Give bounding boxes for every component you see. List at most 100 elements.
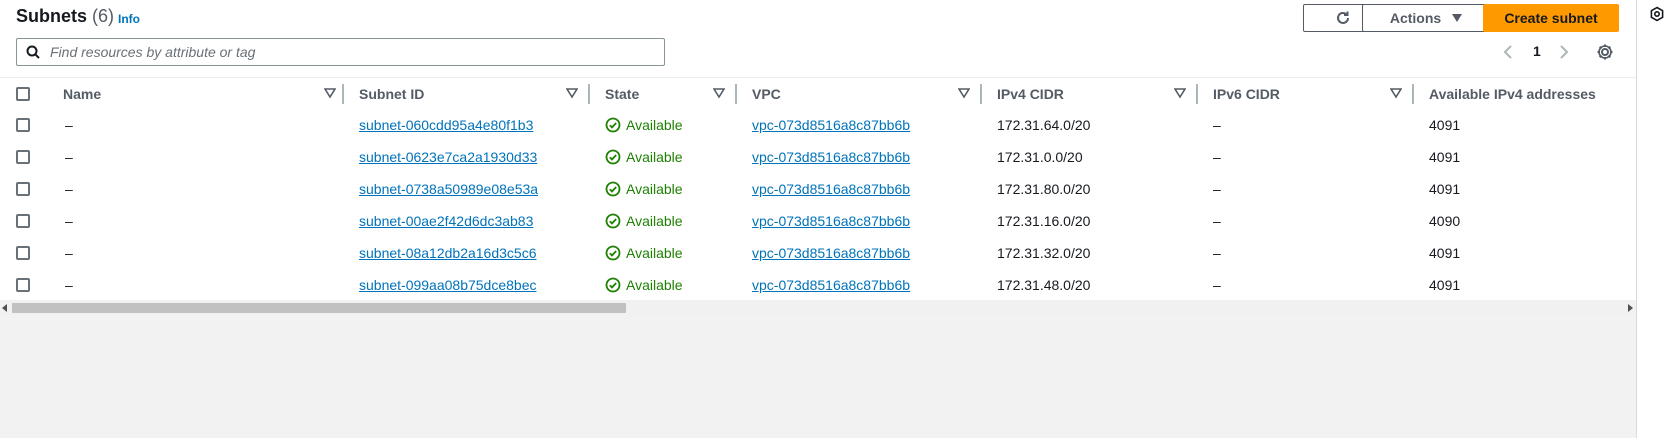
check-circle-icon bbox=[605, 149, 621, 165]
cell-available-ipv4: 4091 bbox=[1429, 277, 1461, 293]
check-circle-icon bbox=[605, 213, 621, 229]
subnets-panel: Subnets (6) Info Actions Create subnet F… bbox=[0, 0, 1636, 315]
table-row[interactable]: – subnet-0738a50989e08e53a Available vpc… bbox=[0, 173, 1636, 206]
status-badge: Available bbox=[605, 269, 683, 301]
check-circle-icon bbox=[605, 277, 621, 293]
vpc-link[interactable]: vpc-073d8516a8c87bb6b bbox=[752, 237, 910, 269]
table-header: Name Subnet ID State VPC IPv4 CIDR IPv6 … bbox=[0, 77, 1636, 111]
cell-ipv6-cidr: – bbox=[1213, 117, 1221, 133]
search-icon bbox=[26, 45, 40, 59]
column-resizer[interactable] bbox=[342, 84, 344, 104]
create-subnet-button[interactable]: Create subnet bbox=[1483, 4, 1619, 32]
cell-name: – bbox=[65, 277, 73, 293]
cell-ipv4-cidr: 172.31.80.0/20 bbox=[997, 181, 1091, 197]
search-field[interactable] bbox=[16, 38, 665, 66]
row-checkbox[interactable] bbox=[16, 150, 30, 164]
cell-ipv4-cidr: 172.31.48.0/20 bbox=[997, 277, 1091, 293]
column-resizer[interactable] bbox=[980, 84, 982, 104]
subnet-id-link[interactable]: subnet-099aa08b75dce8bec bbox=[359, 269, 537, 301]
row-checkbox[interactable] bbox=[16, 246, 30, 260]
cell-name: – bbox=[65, 181, 73, 197]
subnet-id-link[interactable]: subnet-060cdd95a4e80f1b3 bbox=[359, 109, 533, 141]
cell-name: – bbox=[65, 117, 73, 133]
row-checkbox[interactable] bbox=[16, 214, 30, 228]
status-badge: Available bbox=[605, 173, 683, 205]
column-header-label: Available IPv4 addresses bbox=[1429, 86, 1596, 102]
cell-ipv4-cidr: 172.31.32.0/20 bbox=[997, 245, 1091, 261]
hexagon-icon[interactable] bbox=[1649, 6, 1665, 22]
cell-ipv4-cidr: 172.31.16.0/20 bbox=[997, 213, 1091, 229]
settings-gear-icon[interactable] bbox=[1596, 43, 1614, 61]
status-text: Available bbox=[626, 277, 683, 293]
vpc-link[interactable]: vpc-073d8516a8c87bb6b bbox=[752, 109, 910, 141]
subnet-id-link[interactable]: subnet-0623e7ca2a1930d33 bbox=[359, 141, 537, 173]
scrollbar-thumb[interactable] bbox=[12, 303, 626, 313]
column-header-ipv6-cidr[interactable]: IPv6 CIDR bbox=[1213, 78, 1280, 110]
column-resizer[interactable] bbox=[588, 84, 590, 104]
column-resizer[interactable] bbox=[735, 84, 737, 104]
sort-icon[interactable] bbox=[566, 87, 578, 99]
cell-ipv4-cidr: 172.31.64.0/20 bbox=[997, 117, 1091, 133]
column-header-vpc[interactable]: VPC bbox=[752, 78, 781, 110]
sort-icon[interactable] bbox=[1390, 87, 1402, 99]
column-header-subnet-id[interactable]: Subnet ID bbox=[359, 78, 424, 110]
subnet-id-link[interactable]: subnet-0738a50989e08e53a bbox=[359, 173, 538, 205]
table-row[interactable]: – subnet-08a12db2a16d3c5c6 Available vpc… bbox=[0, 237, 1636, 270]
column-header-name[interactable]: Name bbox=[63, 78, 101, 110]
column-resizer[interactable] bbox=[1412, 84, 1414, 104]
status-text: Available bbox=[626, 117, 683, 133]
page-title-text: Subnets bbox=[16, 6, 88, 26]
scroll-left-icon[interactable] bbox=[2, 304, 8, 312]
vpc-link[interactable]: vpc-073d8516a8c87bb6b bbox=[752, 205, 910, 237]
row-checkbox[interactable] bbox=[16, 182, 30, 196]
vpc-link[interactable]: vpc-073d8516a8c87bb6b bbox=[752, 141, 910, 173]
sort-icon[interactable] bbox=[1174, 87, 1186, 99]
previous-page-icon[interactable] bbox=[1503, 44, 1513, 60]
sort-icon[interactable] bbox=[324, 87, 336, 99]
column-header-label: Subnet ID bbox=[359, 86, 425, 102]
scroll-right-icon[interactable] bbox=[1627, 304, 1633, 312]
next-page-icon[interactable] bbox=[1559, 44, 1569, 60]
column-header-label: IPv4 CIDR bbox=[997, 86, 1064, 102]
subnet-id-link[interactable]: subnet-00ae2f42d6dc3ab83 bbox=[359, 205, 533, 237]
page-number[interactable]: 1 bbox=[1533, 43, 1541, 59]
column-resizer[interactable] bbox=[1196, 84, 1198, 104]
search-input[interactable] bbox=[48, 43, 652, 61]
vpc-link[interactable]: vpc-073d8516a8c87bb6b bbox=[752, 173, 910, 205]
cell-available-ipv4: 4091 bbox=[1429, 149, 1461, 165]
select-all-checkbox[interactable] bbox=[16, 87, 30, 101]
main-content: Subnets (6) Info Actions Create subnet F… bbox=[0, 0, 1636, 438]
caret-down-icon bbox=[1452, 14, 1463, 22]
row-checkbox[interactable] bbox=[16, 118, 30, 132]
status-badge: Available bbox=[605, 205, 683, 237]
table-row[interactable]: – subnet-060cdd95a4e80f1b3 Available vpc… bbox=[0, 109, 1636, 142]
sort-icon[interactable] bbox=[713, 87, 725, 99]
column-header-ipv4-cidr[interactable]: IPv4 CIDR bbox=[997, 78, 1064, 110]
subnet-id-link[interactable]: subnet-08a12db2a16d3c5c6 bbox=[359, 237, 537, 269]
cell-available-ipv4: 4091 bbox=[1429, 117, 1461, 133]
cell-ipv6-cidr: – bbox=[1213, 213, 1221, 229]
cell-ipv6-cidr: – bbox=[1213, 181, 1221, 197]
column-header-available-ipv4[interactable]: Available IPv4 addresses bbox=[1429, 78, 1596, 110]
table-row[interactable]: – subnet-099aa08b75dce8bec Available vpc… bbox=[0, 269, 1636, 301]
row-checkbox[interactable] bbox=[16, 278, 30, 292]
sort-icon[interactable] bbox=[958, 87, 970, 99]
table-row[interactable]: – subnet-00ae2f42d6dc3ab83 Available vpc… bbox=[0, 205, 1636, 238]
vpc-link[interactable]: vpc-073d8516a8c87bb6b bbox=[752, 269, 910, 301]
column-header-label: State bbox=[605, 86, 640, 102]
cell-name: – bbox=[65, 149, 73, 165]
create-subnet-label: Create subnet bbox=[1504, 10, 1598, 26]
cell-ipv6-cidr: – bbox=[1213, 149, 1221, 165]
status-text: Available bbox=[626, 245, 683, 261]
page-title: Subnets (6) bbox=[16, 6, 114, 27]
table-row[interactable]: – subnet-0623e7ca2a1930d33 Available vpc… bbox=[0, 141, 1636, 174]
cell-available-ipv4: 4090 bbox=[1429, 213, 1461, 229]
horizontal-scrollbar[interactable] bbox=[0, 300, 1636, 315]
column-header-state[interactable]: State bbox=[605, 78, 639, 110]
info-link[interactable]: Info bbox=[118, 12, 140, 26]
check-circle-icon bbox=[605, 245, 621, 261]
check-circle-icon bbox=[605, 181, 621, 197]
actions-label: Actions bbox=[1389, 10, 1442, 26]
actions-dropdown[interactable]: Actions bbox=[1362, 4, 1491, 32]
cell-name: – bbox=[65, 245, 73, 261]
